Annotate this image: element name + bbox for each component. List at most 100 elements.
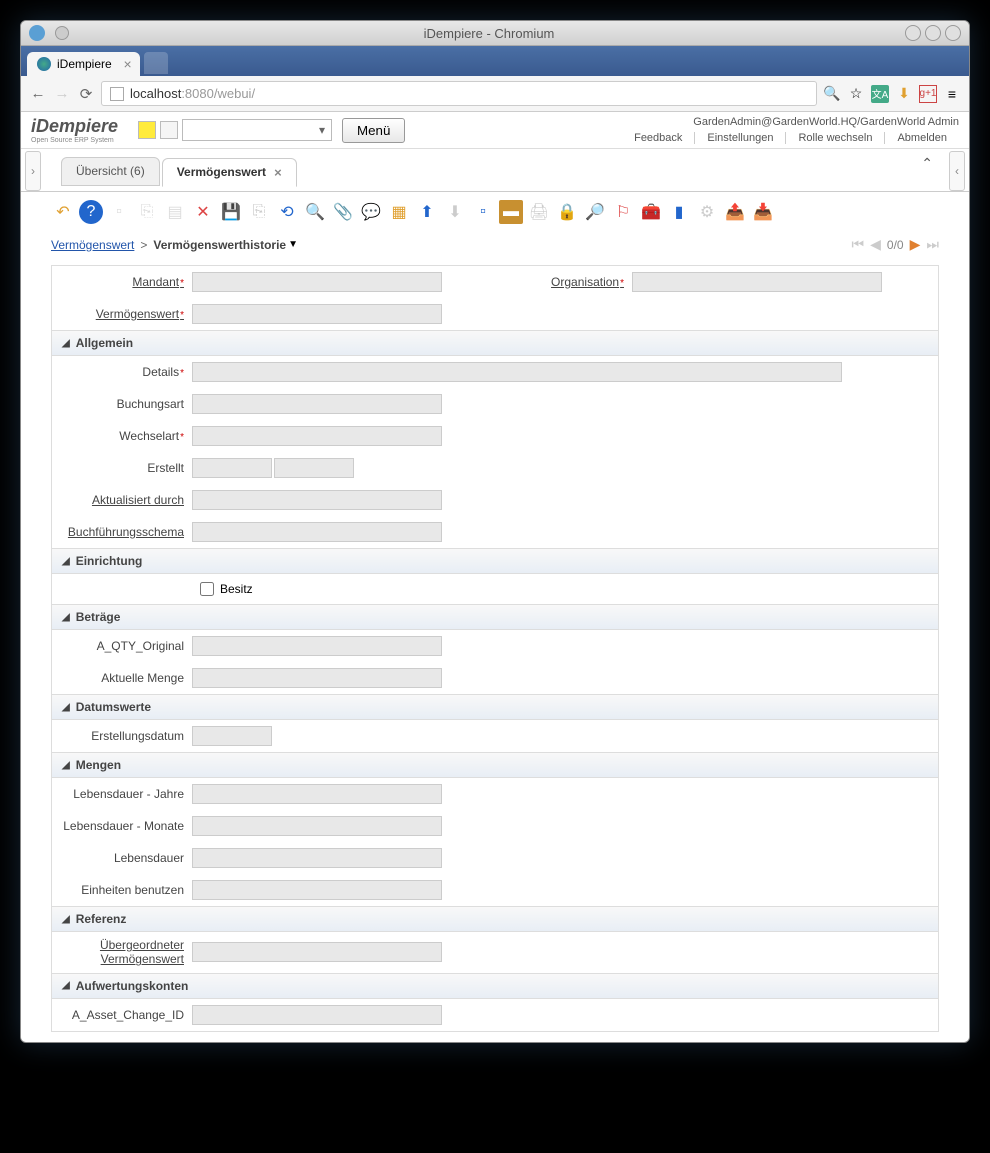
input-buchungsart[interactable]	[192, 394, 442, 414]
next-icon[interactable]: ▶	[910, 236, 921, 253]
tab-overview[interactable]: Übersicht (6)	[61, 157, 160, 186]
input-uebergeordneter-vermoegenswert[interactable]	[192, 942, 442, 962]
undo-icon[interactable]: ↶	[51, 200, 75, 224]
open-record-icon[interactable]	[160, 121, 178, 139]
input-einheiten-benutzen[interactable]	[192, 880, 442, 900]
export-icon[interactable]: 📤	[723, 200, 747, 224]
tab-close-icon[interactable]: ×	[124, 56, 132, 72]
section-einrichtung[interactable]: ◢Einrichtung	[52, 548, 938, 574]
logout-link[interactable]: Abmelden	[885, 132, 959, 144]
input-vermoegenswert[interactable]	[192, 304, 442, 324]
tab-close-icon[interactable]: ×	[274, 165, 282, 180]
feedback-link[interactable]: Feedback	[622, 132, 695, 144]
collapse-left-button[interactable]: ›	[25, 151, 41, 191]
collapse-right-button[interactable]: ‹	[949, 151, 965, 191]
extension-icon[interactable]: ⬇	[895, 85, 913, 103]
attach-icon[interactable]: 📎	[331, 200, 355, 224]
expand-icon[interactable]: ⌃	[921, 155, 933, 172]
input-a-asset-change-id[interactable]	[192, 1005, 442, 1025]
breadcrumb-dropdown-icon[interactable]: ▼	[288, 239, 298, 250]
input-erstellt-date[interactable]	[192, 458, 272, 478]
input-lebensdauer-jahre[interactable]	[192, 784, 442, 804]
translate-icon[interactable]: 文A	[871, 85, 889, 103]
section-mengen[interactable]: ◢Mengen	[52, 752, 938, 778]
product-icon[interactable]: ▮	[667, 200, 691, 224]
last-icon[interactable]: ⏭	[926, 236, 939, 253]
minimize-button[interactable]	[905, 25, 921, 41]
form-area: Mandant* Organisation* Vermögenswert* ◢A…	[51, 265, 939, 1032]
input-lebensdauer[interactable]	[192, 848, 442, 868]
url-bar[interactable]: localhost:8080/webui/	[101, 81, 817, 106]
lock-icon[interactable]: 🔒	[555, 200, 579, 224]
process-icon[interactable]: ⚙	[695, 200, 719, 224]
parent-icon[interactable]: ⬆	[415, 200, 439, 224]
request-icon[interactable]: 🧰	[639, 200, 663, 224]
saveall-icon[interactable]: ⎘	[247, 200, 271, 224]
section-aufwertungskonten[interactable]: ◢Aufwertungskonten	[52, 973, 938, 999]
breadcrumb-root[interactable]: Vermögenswert	[51, 238, 134, 252]
breadcrumb-current: Vermögenswerthistorie	[153, 238, 286, 252]
input-erstellt-time[interactable]	[274, 458, 354, 478]
grid-icon[interactable]: ▦	[387, 200, 411, 224]
reload-button[interactable]: ⟳	[77, 85, 95, 103]
section-betraege[interactable]: ◢Beträge	[52, 604, 938, 630]
maximize-button[interactable]	[925, 25, 941, 41]
browser-tabstrip: iDempiere ×	[21, 46, 969, 76]
label-wechselart: Wechselart*	[62, 429, 192, 443]
prev-icon[interactable]: ◀	[870, 236, 881, 253]
toolbar: ↶ ? ▫ ⎘ ▤ ✕ 💾 ⎘ ⟲ 🔍 📎 💬 ▦ ⬆ ⬇ ▫ ▬ 🖨 🔒 🔎	[51, 192, 939, 232]
chat-icon[interactable]: 💬	[359, 200, 383, 224]
section-datumswerte[interactable]: ◢Datumswerte	[52, 694, 938, 720]
label-besitz: Besitz	[220, 582, 253, 596]
input-aktuelle-menge[interactable]	[192, 668, 442, 688]
label-vermoegenswert: Vermögenswert*	[62, 307, 192, 321]
help-icon[interactable]: ?	[79, 200, 103, 224]
tab-asset[interactable]: Vermögenswert×	[162, 158, 297, 187]
bookmark-icon[interactable]: ☆	[847, 85, 865, 103]
copy-icon[interactable]: ⎘	[135, 200, 159, 224]
save-icon[interactable]: 💾	[219, 200, 243, 224]
input-erstellungsdatum[interactable]	[192, 726, 272, 746]
browser-tab[interactable]: iDempiere ×	[27, 52, 140, 76]
menu-button[interactable]: Menü	[342, 118, 405, 143]
zoom-icon[interactable]: 🔎	[583, 200, 607, 224]
back-button[interactable]: ←	[29, 85, 47, 103]
report-icon[interactable]: ▫	[471, 200, 495, 224]
close-button[interactable]	[945, 25, 961, 41]
zoom-icon[interactable]: 🔍	[823, 85, 841, 103]
checkbox-besitz[interactable]	[200, 582, 214, 596]
input-aktualisiert-durch[interactable]	[192, 490, 442, 510]
search-icon[interactable]: 🔍	[303, 200, 327, 224]
new-record-icon[interactable]	[138, 121, 156, 139]
content: ↶ ? ▫ ⎘ ▤ ✕ 💾 ⎘ ⟲ 🔍 📎 💬 ▦ ⬆ ⬇ ▫ ▬ 🖨 🔒 🔎	[21, 192, 969, 1042]
new-tab-button[interactable]	[144, 52, 168, 74]
input-details[interactable]	[192, 362, 842, 382]
app-body: iDempiere Open Source ERP System ▾ Menü …	[21, 112, 969, 1042]
archive-icon[interactable]: ▬	[499, 200, 523, 224]
input-organisation[interactable]	[632, 272, 882, 292]
input-lebensdauer-monate[interactable]	[192, 816, 442, 836]
first-icon[interactable]: ⏮	[852, 236, 865, 253]
active-wf-icon[interactable]: ⚐	[611, 200, 635, 224]
search-select[interactable]: ▾	[182, 119, 332, 141]
form-icon[interactable]: ▤	[163, 200, 187, 224]
settings-link[interactable]: Einstellungen	[695, 132, 786, 144]
gplus-icon[interactable]: g+1	[919, 85, 937, 103]
section-allgemein[interactable]: ◢Allgemein	[52, 330, 938, 356]
print-icon[interactable]: 🖨	[527, 200, 551, 224]
detail-icon[interactable]: ⬇	[443, 200, 467, 224]
titlebar-button[interactable]	[55, 26, 69, 40]
refresh-icon[interactable]: ⟲	[275, 200, 299, 224]
change-role-link[interactable]: Rolle wechseln	[786, 132, 885, 144]
delete-icon[interactable]: ✕	[191, 200, 215, 224]
new-icon[interactable]: ▫	[107, 200, 131, 224]
input-buchfuehrungsschema[interactable]	[192, 522, 442, 542]
section-referenz[interactable]: ◢Referenz	[52, 906, 938, 932]
menu-icon[interactable]: ≡	[943, 85, 961, 103]
input-wechselart[interactable]	[192, 426, 442, 446]
forward-button[interactable]: →	[53, 85, 71, 103]
input-mandant[interactable]	[192, 272, 442, 292]
label-lebensdauer-monate: Lebensdauer - Monate	[62, 819, 192, 833]
input-aqty-original[interactable]	[192, 636, 442, 656]
import-icon[interactable]: 📥	[751, 200, 775, 224]
